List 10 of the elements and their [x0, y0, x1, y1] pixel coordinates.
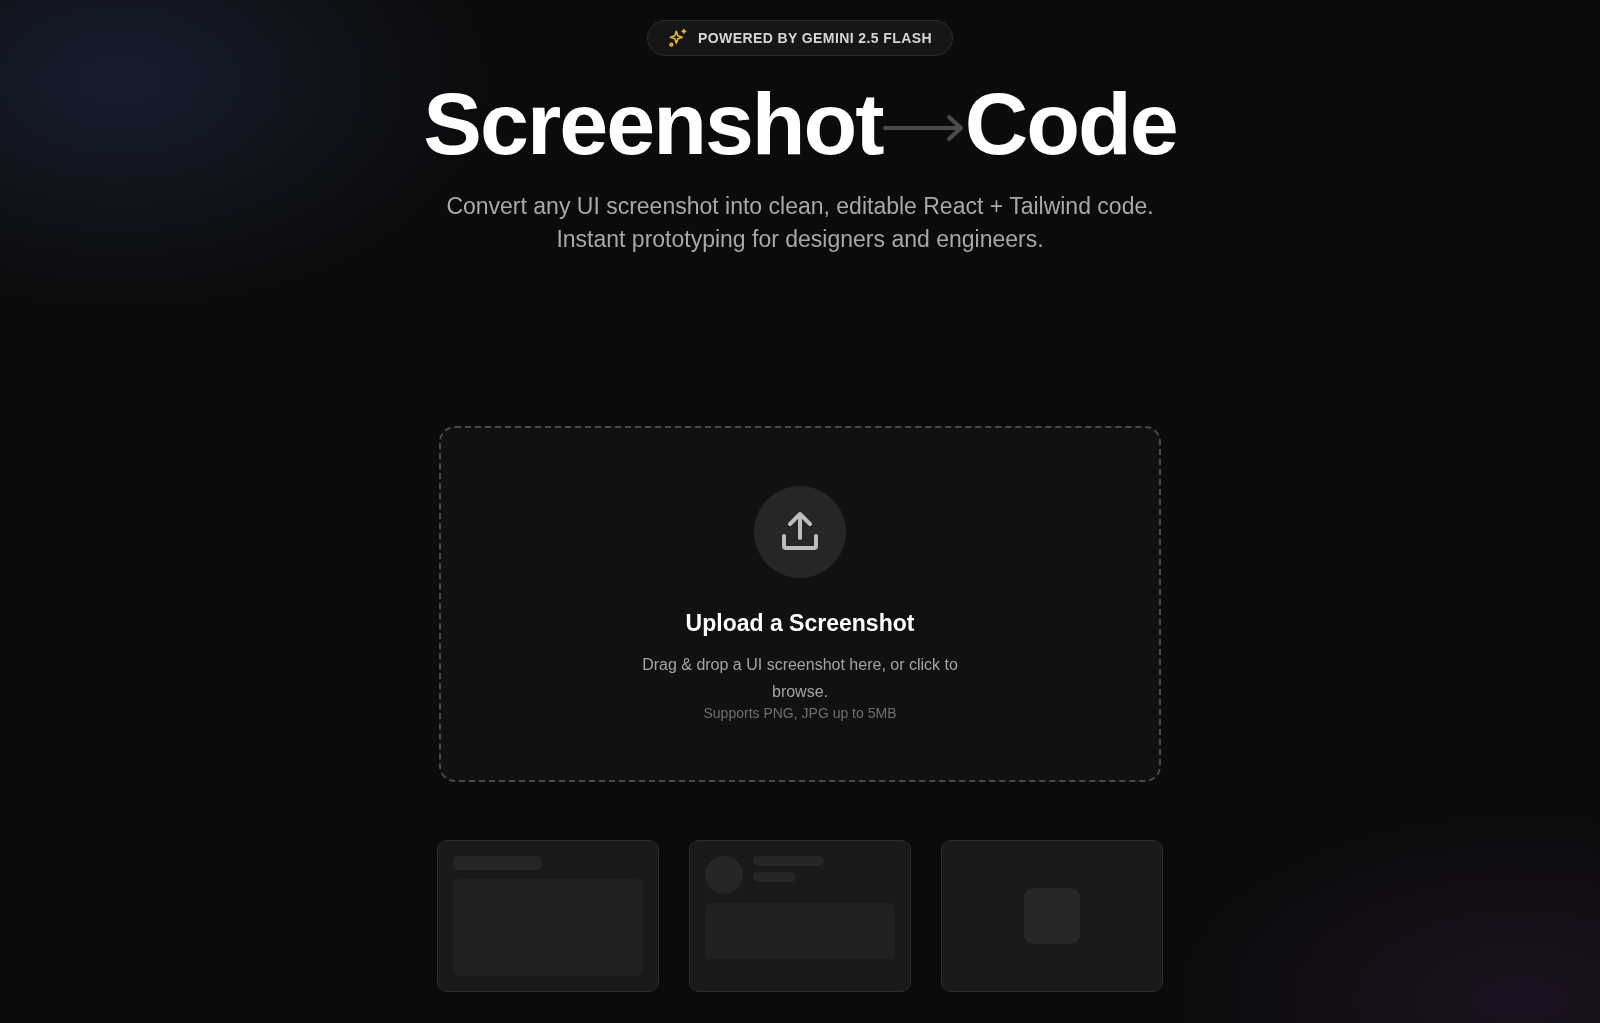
title-text: Code — [964, 78, 1177, 171]
upload-hint: Supports PNG, JPG up to 5MB — [703, 705, 897, 722]
title-text: Screenshot — [423, 78, 883, 171]
sparkles-icon — [668, 28, 689, 48]
arrow-icon — [882, 113, 965, 144]
upload-heading: Upload a Screenshot — [685, 610, 915, 638]
badge-text: POWERED BY GEMINI 2.5 FLASH — [698, 30, 932, 46]
upload-dropzone[interactable]: Upload a Screenshot Drag & drop a UI screenshot here, or click to browse. Supports PNG, JPG up to 5MB — [439, 426, 1161, 783]
upload-description: Drag & drop a UI screenshot here, or click to browse. — [641, 655, 959, 703]
subtitle-text: Convert any UI screenshot into clean, editable React + Tailwind code. Instant prototyping for designers and engineers. — [446, 192, 1154, 255]
